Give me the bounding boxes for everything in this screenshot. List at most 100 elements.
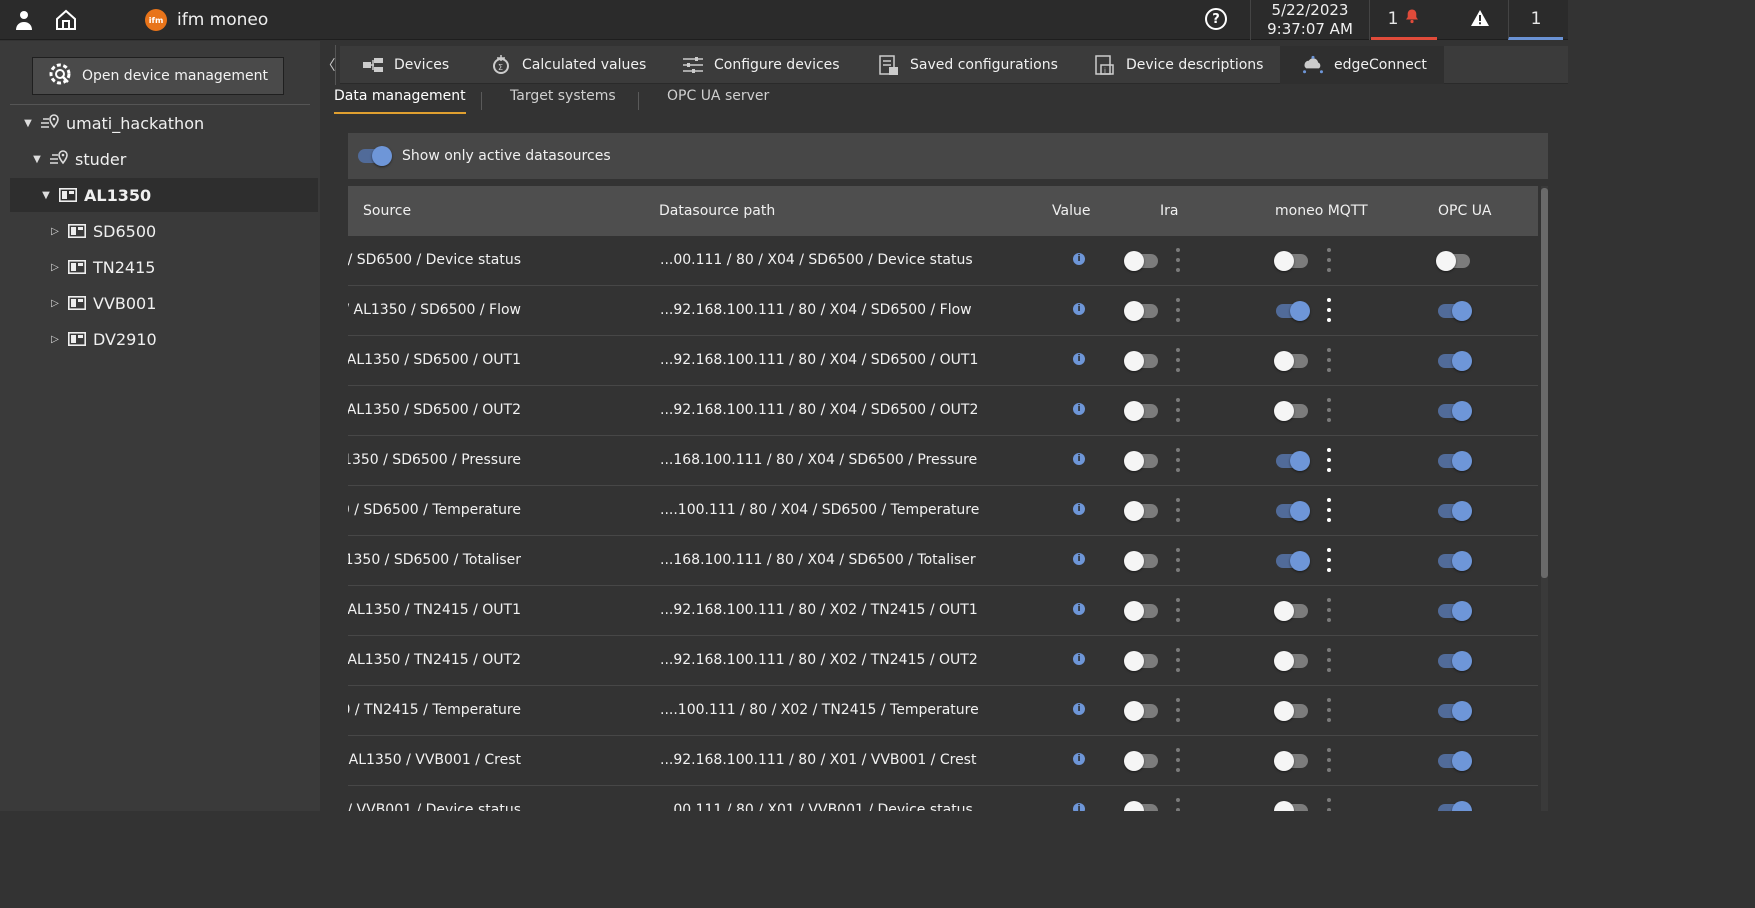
more-options-icon[interactable] xyxy=(1176,248,1180,272)
moneo-mqtt-toggle[interactable] xyxy=(1274,351,1308,371)
more-options-icon[interactable] xyxy=(1327,348,1331,372)
more-options-icon[interactable] xyxy=(1176,548,1180,572)
collapse-sidebar-button[interactable]: 〈 xyxy=(322,45,336,85)
alarm-button[interactable]: 1 xyxy=(1371,0,1437,40)
more-options-icon[interactable] xyxy=(1176,748,1180,772)
tree-item-tn2415[interactable]: ▷ TN2415 xyxy=(10,250,318,284)
caret-down-icon[interactable]: ▼ xyxy=(31,154,43,165)
opc-ua-toggle[interactable] xyxy=(1438,701,1472,721)
tree-item-sd6500[interactable]: ▷ SD6500 xyxy=(10,214,318,248)
help-icon[interactable]: ? xyxy=(1205,8,1227,30)
ira-toggle[interactable] xyxy=(1124,251,1158,271)
caret-right-icon[interactable]: ▷ xyxy=(49,334,61,345)
tab-device-descriptions[interactable]: i Device descriptions xyxy=(1094,46,1263,84)
moneo-mqtt-toggle[interactable] xyxy=(1274,651,1308,671)
opc-ua-toggle[interactable] xyxy=(1438,301,1472,321)
more-options-icon[interactable] xyxy=(1176,698,1180,722)
more-options-icon[interactable] xyxy=(1176,598,1180,622)
ira-toggle[interactable] xyxy=(1124,451,1158,471)
ira-toggle[interactable] xyxy=(1124,401,1158,421)
more-options-icon[interactable] xyxy=(1327,598,1331,622)
info-icon[interactable]: i xyxy=(1073,353,1085,365)
more-options-icon[interactable] xyxy=(1327,398,1331,422)
opc-ua-toggle[interactable] xyxy=(1436,251,1470,271)
more-options-icon[interactable] xyxy=(1176,448,1180,472)
caret-right-icon[interactable]: ▷ xyxy=(49,298,61,309)
more-options-icon[interactable] xyxy=(1327,248,1331,272)
opc-ua-toggle[interactable] xyxy=(1438,651,1472,671)
more-options-icon[interactable] xyxy=(1327,698,1331,722)
moneo-mqtt-toggle[interactable] xyxy=(1276,501,1310,521)
more-options-icon[interactable] xyxy=(1176,798,1180,811)
header-datasource-path[interactable]: Datasource path xyxy=(659,203,775,219)
ira-toggle[interactable] xyxy=(1124,651,1158,671)
more-options-icon[interactable] xyxy=(1327,648,1331,672)
ira-toggle[interactable] xyxy=(1124,351,1158,371)
more-options-icon[interactable] xyxy=(1327,298,1331,322)
tree-item-umati_hackathon[interactable]: ▼ umati_hackathon xyxy=(10,106,318,140)
info-icon[interactable]: i xyxy=(1073,603,1085,615)
more-options-icon[interactable] xyxy=(1327,548,1331,572)
moneo-mqtt-toggle[interactable] xyxy=(1276,551,1310,571)
tree-item-dv2910[interactable]: ▷ DV2910 xyxy=(10,322,318,356)
more-options-icon[interactable] xyxy=(1176,498,1180,522)
warning-button[interactable] xyxy=(1460,0,1500,40)
moneo-mqtt-toggle[interactable] xyxy=(1274,701,1308,721)
ira-toggle[interactable] xyxy=(1124,801,1158,811)
moneo-mqtt-toggle[interactable] xyxy=(1274,751,1308,771)
more-options-icon[interactable] xyxy=(1176,348,1180,372)
ira-toggle[interactable] xyxy=(1124,551,1158,571)
caret-right-icon[interactable]: ▷ xyxy=(49,226,61,237)
more-options-icon[interactable] xyxy=(1327,448,1331,472)
caret-down-icon[interactable]: ▼ xyxy=(40,190,52,201)
info-icon[interactable]: i xyxy=(1073,303,1085,315)
more-options-icon[interactable] xyxy=(1327,798,1331,811)
tree-item-vvb001[interactable]: ▷ VVB001 xyxy=(10,286,318,320)
tab-devices[interactable]: Devices xyxy=(362,46,449,84)
scrollbar-thumb[interactable] xyxy=(1541,188,1548,578)
opc-ua-toggle[interactable] xyxy=(1438,451,1472,471)
tab-calculated-values[interactable]: Σ Calculated values xyxy=(490,46,646,84)
ira-toggle[interactable] xyxy=(1124,601,1158,621)
opc-ua-toggle[interactable] xyxy=(1438,401,1472,421)
info-icon[interactable]: i xyxy=(1073,653,1085,665)
table-scrollbar[interactable] xyxy=(1541,186,1548,811)
moneo-mqtt-toggle[interactable] xyxy=(1274,601,1308,621)
info-icon[interactable]: i xyxy=(1073,453,1085,465)
more-options-icon[interactable] xyxy=(1176,648,1180,672)
caret-down-icon[interactable]: ▼ xyxy=(22,118,34,129)
moneo-mqtt-toggle[interactable] xyxy=(1274,251,1308,271)
more-options-icon[interactable] xyxy=(1327,748,1331,772)
header-source[interactable]: Source xyxy=(363,203,411,219)
more-options-icon[interactable] xyxy=(1176,398,1180,422)
opc-ua-toggle[interactable] xyxy=(1438,501,1472,521)
caret-right-icon[interactable]: ▷ xyxy=(49,262,61,273)
moneo-mqtt-toggle[interactable] xyxy=(1274,401,1308,421)
subtab-opc-ua-server[interactable]: OPC UA server xyxy=(667,88,769,114)
ira-toggle[interactable] xyxy=(1124,501,1158,521)
moneo-mqtt-toggle[interactable] xyxy=(1276,451,1310,471)
user-icon[interactable] xyxy=(12,8,36,32)
notification-button[interactable]: 1 xyxy=(1508,0,1563,40)
subtab-target-systems[interactable]: Target systems xyxy=(510,88,616,114)
home-icon[interactable] xyxy=(54,8,78,32)
active-datasources-toggle[interactable] xyxy=(358,146,392,166)
opc-ua-toggle[interactable] xyxy=(1438,551,1472,571)
more-options-icon[interactable] xyxy=(1176,298,1180,322)
tree-item-studer[interactable]: ▼ studer xyxy=(10,142,318,176)
tab-configure-devices[interactable]: Configure devices xyxy=(682,46,840,84)
ira-toggle[interactable] xyxy=(1124,751,1158,771)
info-icon[interactable]: i xyxy=(1073,803,1085,811)
opc-ua-toggle[interactable] xyxy=(1438,751,1472,771)
moneo-mqtt-toggle[interactable] xyxy=(1276,301,1310,321)
subtab-data-management[interactable]: Data management xyxy=(334,88,466,114)
opc-ua-toggle[interactable] xyxy=(1438,801,1472,811)
open-device-management-button[interactable]: Open device management xyxy=(32,57,284,95)
more-options-icon[interactable] xyxy=(1327,498,1331,522)
opc-ua-toggle[interactable] xyxy=(1438,351,1472,371)
tree-item-al1350[interactable]: ▼ AL1350 xyxy=(10,178,318,212)
tab-edgeconnect[interactable]: edgeConnect xyxy=(1280,46,1444,84)
opc-ua-toggle[interactable] xyxy=(1438,601,1472,621)
info-icon[interactable]: i xyxy=(1073,703,1085,715)
info-icon[interactable]: i xyxy=(1073,553,1085,565)
